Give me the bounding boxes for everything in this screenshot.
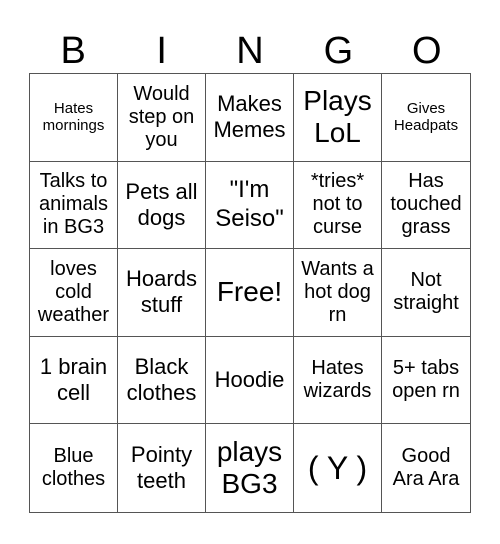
bingo-cell[interactable]: *tries* not to curse: [294, 161, 382, 250]
bingo-cell[interactable]: Blue clothes: [30, 424, 118, 512]
bingo-cell[interactable]: Pets all dogs: [118, 161, 206, 250]
header-letter-b: B: [60, 30, 86, 72]
bingo-cell[interactable]: Talks to animals in BG3: [30, 161, 118, 250]
bingo-cell[interactable]: Hoards stuff: [118, 249, 206, 337]
bingo-cell[interactable]: Hates wizards: [294, 336, 382, 425]
header-letter-g: G: [323, 30, 354, 72]
bingo-cell[interactable]: Pointy teeth: [118, 424, 206, 512]
bingo-cell[interactable]: Would step on you: [118, 74, 206, 162]
bingo-cell[interactable]: Not straight: [382, 249, 470, 337]
free-space-cell[interactable]: Free!: [206, 249, 294, 337]
bingo-grid: Hates mornings Would step on you Makes M…: [29, 73, 471, 513]
bingo-cell[interactable]: Gives Headpats: [382, 74, 470, 162]
bingo-cell[interactable]: loves cold weather: [30, 249, 118, 337]
bingo-cell[interactable]: Black clothes: [118, 336, 206, 425]
bingo-cell[interactable]: plays BG3: [206, 424, 294, 512]
header-letter-n: N: [236, 30, 264, 72]
header-letter-o: O: [412, 30, 442, 72]
bingo-cell[interactable]: Good Ara Ara: [382, 424, 470, 512]
bingo-cell[interactable]: Makes Memes: [206, 74, 294, 162]
bingo-cell[interactable]: Wants a hot dog rn: [294, 249, 382, 337]
bingo-cell[interactable]: Hoodie: [206, 336, 294, 425]
bingo-cell[interactable]: ( Y ): [294, 424, 382, 512]
header-letter-i: I: [156, 30, 167, 72]
bingo-cell[interactable]: 5+ tabs open rn: [382, 337, 470, 425]
bingo-header: B I N G O: [29, 30, 471, 72]
bingo-cell[interactable]: Plays LoL: [294, 74, 382, 162]
bingo-cell[interactable]: "I'm Seiso": [206, 161, 294, 250]
bingo-cell[interactable]: Hates mornings: [30, 74, 118, 162]
bingo-cell[interactable]: Has touched grass: [382, 162, 470, 250]
bingo-cell[interactable]: 1 brain cell: [30, 336, 118, 425]
